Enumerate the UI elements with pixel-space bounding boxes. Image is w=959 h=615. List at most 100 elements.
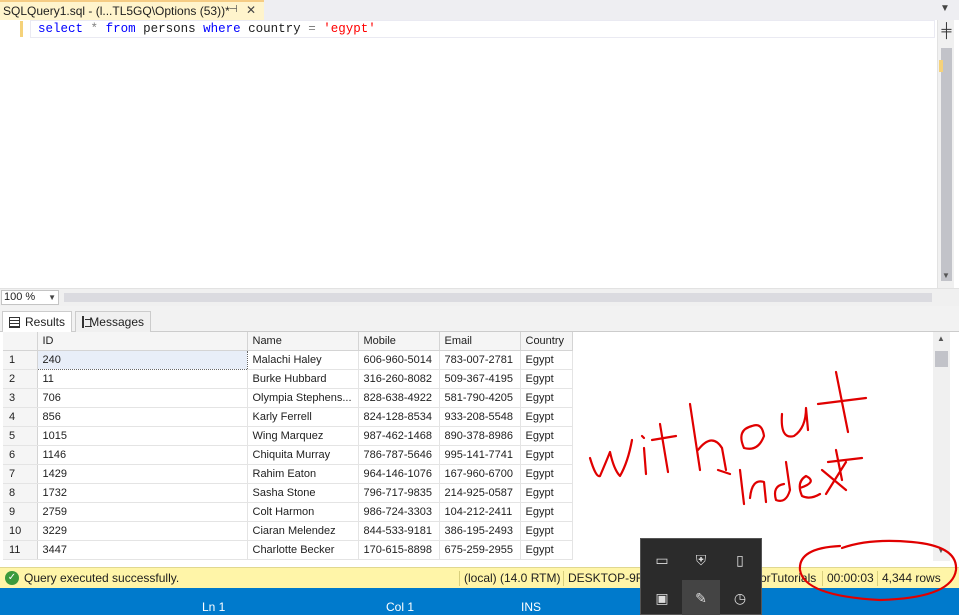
cell-name[interactable]: Rahim Eaton [247,464,359,484]
cell-name[interactable]: Malachi Haley [247,350,359,370]
cell-id[interactable]: 11 [37,369,248,389]
cell-name[interactable]: Wing Marquez [247,426,359,446]
table-row[interactable]: 8 1732 Sasha Stone 796-717-9835 214-925-0587… [3,483,573,503]
cell-id[interactable]: 3447 [37,540,248,560]
cell-id[interactable]: 2759 [37,502,248,522]
cell-country[interactable]: Egypt [520,502,573,522]
pin-icon[interactable]: ⊣ [229,4,238,15]
cell-id[interactable]: 706 [37,388,248,408]
cell-name[interactable]: Chiquita Murray [247,445,359,465]
cell-country[interactable]: Egypt [520,407,573,427]
scroll-down-icon[interactable]: ▼ [937,546,945,555]
row-number[interactable]: 5 [3,426,38,446]
cell-id[interactable]: 3229 [37,521,248,541]
cell-id[interactable]: 1732 [37,483,248,503]
cell-id[interactable]: 240 [36,349,248,370]
table-row[interactable]: 4 856 Karly Ferrell 824-128-8534 933-208-554… [3,407,573,427]
cell-email[interactable]: 386-195-2493 [439,521,521,541]
row-number[interactable]: 6 [3,445,38,465]
tab-results[interactable]: Results [2,311,72,332]
cell-country[interactable]: Egypt [520,521,573,541]
cell-mobile[interactable]: 986-724-3303 [358,502,440,522]
cell-email[interactable]: 890-378-8986 [439,426,521,446]
cell-mobile[interactable]: 964-146-1076 [358,464,440,484]
cell-country[interactable]: Egypt [520,483,573,503]
cell-country[interactable]: Egypt [520,350,573,370]
row-number[interactable]: 10 [3,521,38,541]
table-row[interactable]: 11 3447 Charlotte Becker 170-615-8898 675-25… [3,540,573,560]
cell-country[interactable]: Egypt [520,426,573,446]
tab-sqlquery1[interactable]: SQLQuery1.sql - (l...TL5GQ\Options (53))… [0,0,264,20]
grid-vertical-scrollbar[interactable]: ▲ ▼ [933,332,950,561]
cell-mobile[interactable]: 987-462-1468 [358,426,440,446]
display-icon[interactable]: ▭ [651,549,673,571]
cell-mobile[interactable]: 824-128-8534 [358,407,440,427]
zoom-select[interactable]: 100 % ▼ [1,290,59,305]
row-number[interactable]: 1 [3,350,38,370]
table-row[interactable]: 5 1015 Wing Marquez 987-462-1468 890-378-898… [3,426,573,446]
cell-name[interactable]: Burke Hubbard [247,369,359,389]
cell-mobile[interactable]: 170-615-8898 [358,540,440,560]
cell-email[interactable]: 995-141-7741 [439,445,521,465]
cell-email[interactable]: 783-007-2781 [439,350,521,370]
cell-id[interactable]: 1015 [37,426,248,446]
cell-country[interactable]: Egypt [520,464,573,484]
table-row[interactable]: 2 11 Burke Hubbard 316-260-8082 509-367-4195… [3,369,573,389]
cell-name[interactable]: Karly Ferrell [247,407,359,427]
row-number[interactable]: 11 [3,540,38,560]
cell-mobile[interactable]: 786-787-5646 [358,445,440,465]
cell-mobile[interactable]: 606-960-5014 [358,350,440,370]
cell-country[interactable]: Egypt [520,388,573,408]
column-header-name[interactable]: Name [247,332,359,351]
table-row[interactable]: 1 240 Malachi Haley 606-960-5014 783-007-278… [3,349,573,370]
table-row[interactable]: 10 3229 Ciaran Melendez 844-533-9181 386-195… [3,521,573,541]
cell-email[interactable]: 167-960-6700 [439,464,521,484]
cell-email[interactable]: 509-367-4195 [439,369,521,389]
column-header-mobile[interactable]: Mobile [358,332,440,351]
scroll-up-icon[interactable]: ▲ [937,334,945,343]
results-grid[interactable]: ID Name Mobile Email Country 1 240 Malachi… [3,332,933,561]
editor-scroll-thumb[interactable] [941,48,952,281]
cell-country[interactable]: Egypt [520,445,573,465]
network-icon[interactable]: ▣ [651,587,673,609]
row-number[interactable]: 9 [3,502,38,522]
cell-id[interactable]: 856 [37,407,248,427]
scroll-down-icon[interactable]: ▼ [942,271,950,280]
query-editor[interactable]: select * from persons where country = 'e… [0,20,959,288]
cell-country[interactable]: Egypt [520,369,573,389]
pen-icon[interactable]: ✎ [682,580,720,615]
cell-email[interactable]: 581-790-4205 [439,388,521,408]
column-header-email[interactable]: Email [439,332,521,351]
table-row[interactable]: 9 2759 Colt Harmon 986-724-3303 104-212-2411… [3,502,573,522]
table-row[interactable]: 3 706 Olympia Stephens... 828-638-4922 581-7… [3,388,573,408]
table-row[interactable]: 6 1146 Chiquita Murray 786-787-5646 995-141-… [3,445,573,465]
cell-email[interactable]: 104-212-2411 [439,502,521,522]
row-number[interactable]: 8 [3,483,38,503]
cell-mobile[interactable]: 844-533-9181 [358,521,440,541]
code-line-1[interactable]: select * from persons where country = 'e… [38,22,376,36]
split-window-icon[interactable]: ╪ [938,21,955,38]
cell-name[interactable]: Ciaran Melendez [247,521,359,541]
table-row[interactable]: 7 1429 Rahim Eaton 964-146-1076 167-960-6700… [3,464,573,484]
row-number[interactable]: 4 [3,407,38,427]
cell-id[interactable]: 1429 [37,464,248,484]
cell-email[interactable]: 675-259-2955 [439,540,521,560]
row-number[interactable]: 3 [3,388,38,408]
cell-name[interactable]: Charlotte Becker [247,540,359,560]
horizontal-scroll-thumb[interactable] [64,293,932,302]
cell-name[interactable]: Olympia Stephens... [247,388,359,408]
row-number[interactable]: 2 [3,369,38,389]
column-header-country[interactable]: Country [520,332,573,351]
cell-id[interactable]: 1146 [37,445,248,465]
row-number[interactable]: 7 [3,464,38,484]
grid-scroll-thumb[interactable] [935,351,948,367]
column-header-id[interactable]: ID [37,332,248,351]
close-icon[interactable]: ✕ [246,3,256,17]
cell-mobile[interactable]: 796-717-9835 [358,483,440,503]
tab-messages[interactable]: Messages [75,311,151,332]
cell-country[interactable]: Egypt [520,540,573,560]
corner-cell[interactable] [3,332,38,351]
cell-mobile[interactable]: 828-638-4922 [358,388,440,408]
security-shield-icon[interactable]: ⛨ [690,549,712,571]
cell-name[interactable]: Sasha Stone [247,483,359,503]
